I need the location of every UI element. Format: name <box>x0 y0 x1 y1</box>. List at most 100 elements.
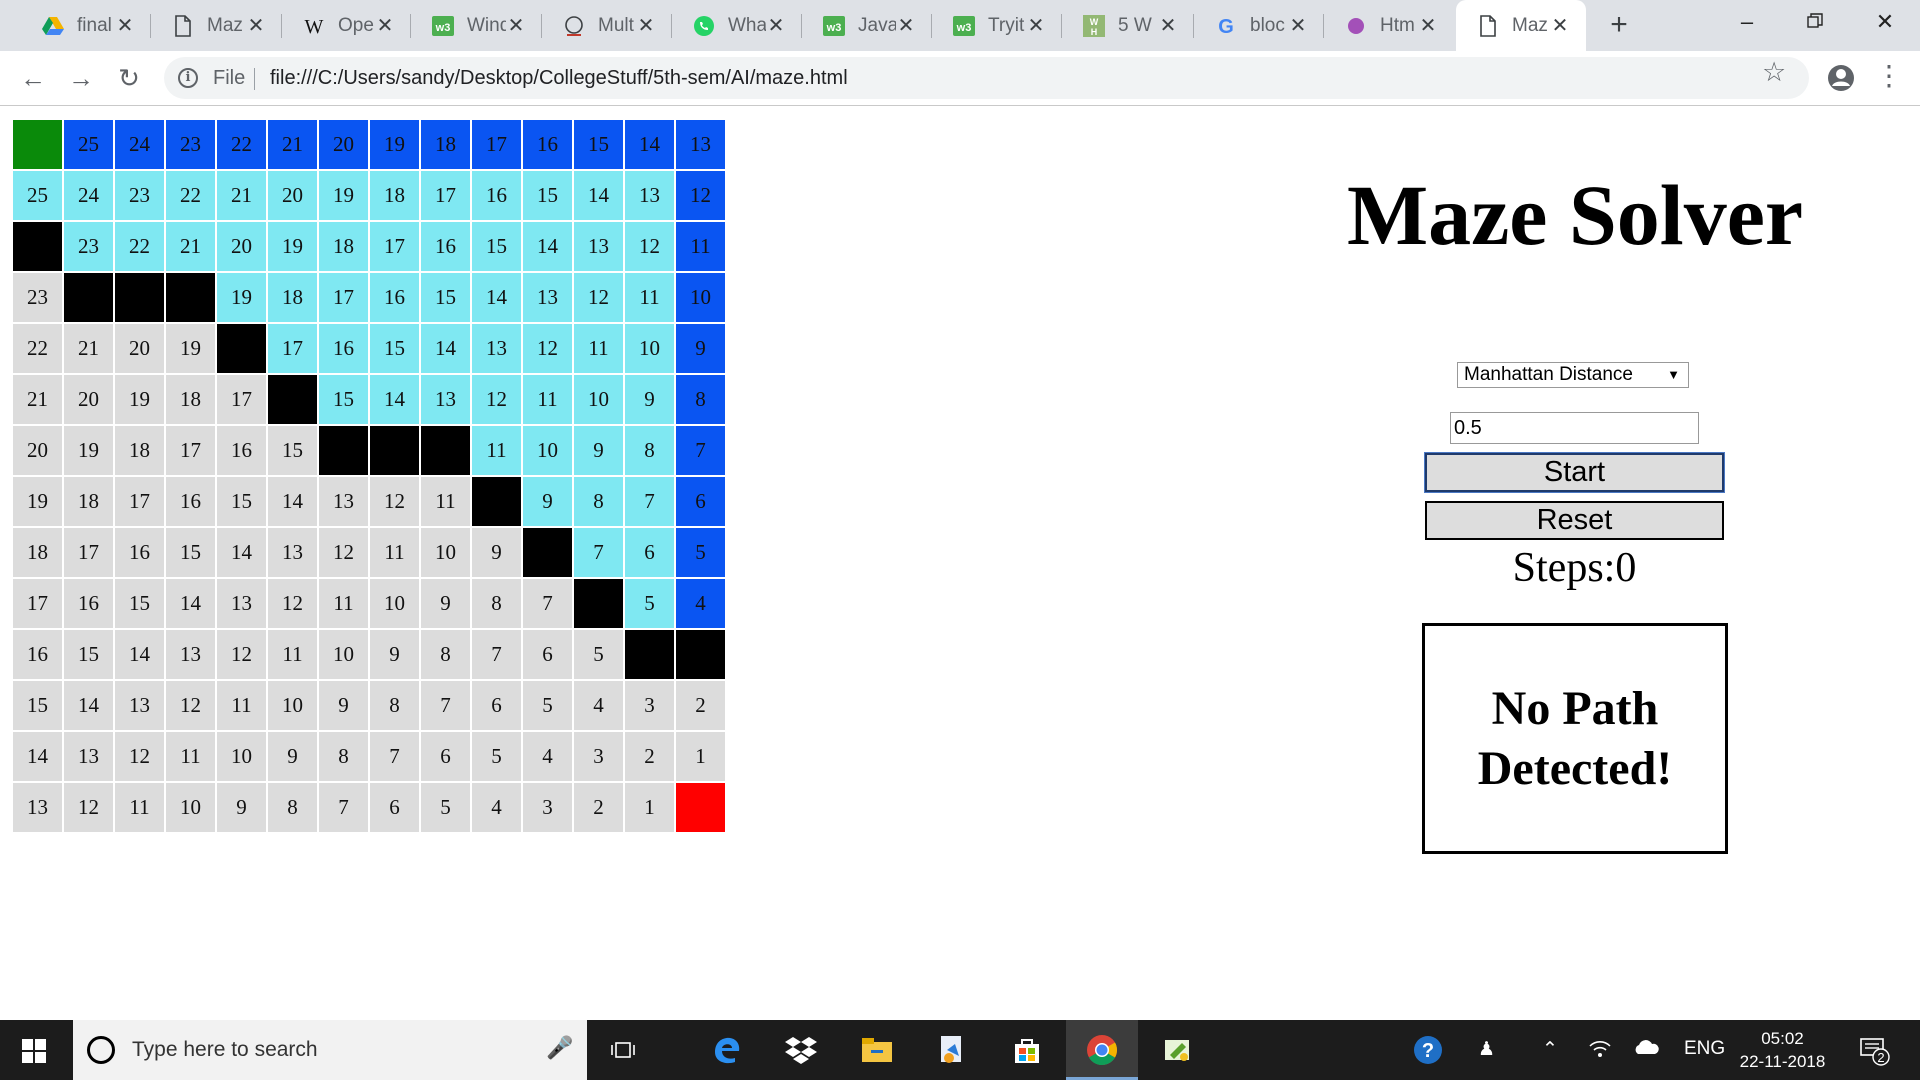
notifications-icon[interactable]: 2 <box>1854 1030 1894 1070</box>
maze-cell[interactable]: 11 <box>319 579 368 628</box>
maze-cell[interactable]: 9 <box>472 528 521 577</box>
maze-cell-explored[interactable]: 10 <box>574 375 623 424</box>
maze-cell[interactable]: 7 <box>523 579 572 628</box>
maze-cell[interactable]: 1 <box>625 783 674 832</box>
maze-cell-wall[interactable] <box>421 426 470 475</box>
maze-cell[interactable]: 3 <box>574 732 623 781</box>
maze-cell-path[interactable]: 16 <box>523 120 572 169</box>
maze-cell[interactable]: 11 <box>268 630 317 679</box>
maze-cell-explored[interactable]: 11 <box>472 426 521 475</box>
maze-cell-explored[interactable]: 16 <box>370 273 419 322</box>
maze-cell[interactable]: 19 <box>166 324 215 373</box>
maze-cell[interactable]: 14 <box>64 681 113 730</box>
store-icon[interactable] <box>1007 1030 1047 1070</box>
maze-cell-explored[interactable]: 15 <box>370 324 419 373</box>
maze-cell-goal[interactable] <box>676 783 725 832</box>
maze-cell-explored[interactable]: 13 <box>574 222 623 271</box>
maze-cell-explored[interactable]: 14 <box>523 222 572 271</box>
browser-tab[interactable]: final ✕ <box>21 0 151 51</box>
maze-cell-wall[interactable] <box>166 273 215 322</box>
maze-cell[interactable]: 7 <box>319 783 368 832</box>
document-app-icon[interactable] <box>932 1030 972 1070</box>
browser-tab[interactable]: Wha ✕ <box>672 0 802 51</box>
maze-cell-wall[interactable] <box>217 324 266 373</box>
maze-cell-path[interactable]: 12 <box>676 171 725 220</box>
maze-cell[interactable]: 18 <box>166 375 215 424</box>
maze-cell[interactable]: 20 <box>64 375 113 424</box>
maze-cell-explored[interactable]: 5 <box>625 579 674 628</box>
taskbar-search[interactable]: Type here to search 🎤 <box>73 1020 587 1080</box>
browser-tab[interactable]: w3 Tryit ✕ <box>932 0 1062 51</box>
tab-close-icon[interactable]: ✕ <box>1288 13 1308 38</box>
maze-cell-path[interactable]: 20 <box>319 120 368 169</box>
maze-cell[interactable]: 14 <box>166 579 215 628</box>
maze-cell-start[interactable] <box>13 120 62 169</box>
maze-cell[interactable]: 12 <box>370 477 419 526</box>
maze-cell-path[interactable]: 22 <box>217 120 266 169</box>
maze-cell[interactable]: 9 <box>268 732 317 781</box>
maze-cell-explored[interactable]: 12 <box>523 324 572 373</box>
maze-cell-explored[interactable]: 14 <box>421 324 470 373</box>
maze-cell-wall[interactable] <box>370 426 419 475</box>
maze-cell[interactable]: 9 <box>319 681 368 730</box>
language-indicator[interactable]: ENG <box>1684 1038 1725 1060</box>
maze-cell-explored[interactable]: 19 <box>217 273 266 322</box>
tab-close-icon[interactable]: ✕ <box>1550 13 1570 38</box>
maze-cell[interactable]: 4 <box>472 783 521 832</box>
maze-cell[interactable]: 8 <box>472 579 521 628</box>
maze-cell[interactable]: 2 <box>625 732 674 781</box>
maze-cell[interactable]: 12 <box>319 528 368 577</box>
browser-tab[interactable]: Maz ✕ <box>1456 0 1586 51</box>
maze-cell[interactable]: 9 <box>217 783 266 832</box>
maze-cell[interactable]: 13 <box>268 528 317 577</box>
maze-cell[interactable]: 5 <box>472 732 521 781</box>
browser-tab[interactable]: Mult ✕ <box>542 0 672 51</box>
maze-cell-explored[interactable]: 17 <box>370 222 419 271</box>
maze-cell-explored[interactable]: 22 <box>115 222 164 271</box>
tab-close-icon[interactable]: ✕ <box>896 13 916 38</box>
clock[interactable]: 05:02 22-11-2018 <box>1730 1027 1835 1073</box>
browser-tab[interactable]: Gbloc ✕ <box>1194 0 1324 51</box>
maze-cell[interactable]: 16 <box>217 426 266 475</box>
edge-icon[interactable] <box>707 1030 747 1070</box>
reset-button[interactable]: Reset <box>1425 501 1724 540</box>
maze-cell[interactable]: 8 <box>370 681 419 730</box>
tab-close-icon[interactable]: ✕ <box>115 13 135 38</box>
maze-cell[interactable]: 18 <box>13 528 62 577</box>
maze-cell[interactable]: 16 <box>166 477 215 526</box>
maze-cell[interactable]: 20 <box>13 426 62 475</box>
maze-cell-explored[interactable]: 25 <box>13 171 62 220</box>
maze-cell-explored[interactable]: 9 <box>523 477 572 526</box>
maze-cell[interactable]: 21 <box>64 324 113 373</box>
maze-cell[interactable]: 10 <box>421 528 470 577</box>
maze-cell-explored[interactable]: 14 <box>370 375 419 424</box>
maze-cell[interactable]: 14 <box>217 528 266 577</box>
back-button[interactable]: ← <box>15 60 51 96</box>
new-tab-button[interactable]: + <box>1605 5 1633 45</box>
forward-button[interactable]: → <box>63 60 99 96</box>
address-bar[interactable]: i File file:///C:/Users/sandy/Desktop/Co… <box>164 57 1809 99</box>
maze-cell-explored[interactable]: 8 <box>625 426 674 475</box>
maze-cell[interactable]: 6 <box>472 681 521 730</box>
show-hidden-icons-chevron-icon[interactable]: ⌃ <box>1542 1038 1558 1061</box>
maze-cell-path[interactable]: 7 <box>676 426 725 475</box>
maze-cell[interactable]: 6 <box>523 630 572 679</box>
maze-cell[interactable]: 15 <box>64 630 113 679</box>
restore-button[interactable] <box>1790 0 1840 44</box>
maze-cell-explored[interactable]: 18 <box>319 222 368 271</box>
maze-cell-path[interactable]: 13 <box>676 120 725 169</box>
maze-cell[interactable]: 4 <box>523 732 572 781</box>
maze-cell[interactable]: 11 <box>370 528 419 577</box>
windows-start-icon[interactable] <box>22 1039 46 1063</box>
maze-cell[interactable]: 13 <box>64 732 113 781</box>
maze-cell-explored[interactable]: 21 <box>217 171 266 220</box>
chrome-icon[interactable] <box>1082 1030 1122 1070</box>
maze-cell-explored[interactable]: 24 <box>64 171 113 220</box>
tab-close-icon[interactable]: ✕ <box>375 13 395 38</box>
maze-cell-wall[interactable] <box>268 375 317 424</box>
maze-cell-explored[interactable]: 16 <box>472 171 521 220</box>
maze-cell[interactable]: 5 <box>421 783 470 832</box>
maze-cell[interactable]: 20 <box>115 324 164 373</box>
maze-cell-explored[interactable]: 12 <box>472 375 521 424</box>
maze-cell[interactable]: 19 <box>13 477 62 526</box>
